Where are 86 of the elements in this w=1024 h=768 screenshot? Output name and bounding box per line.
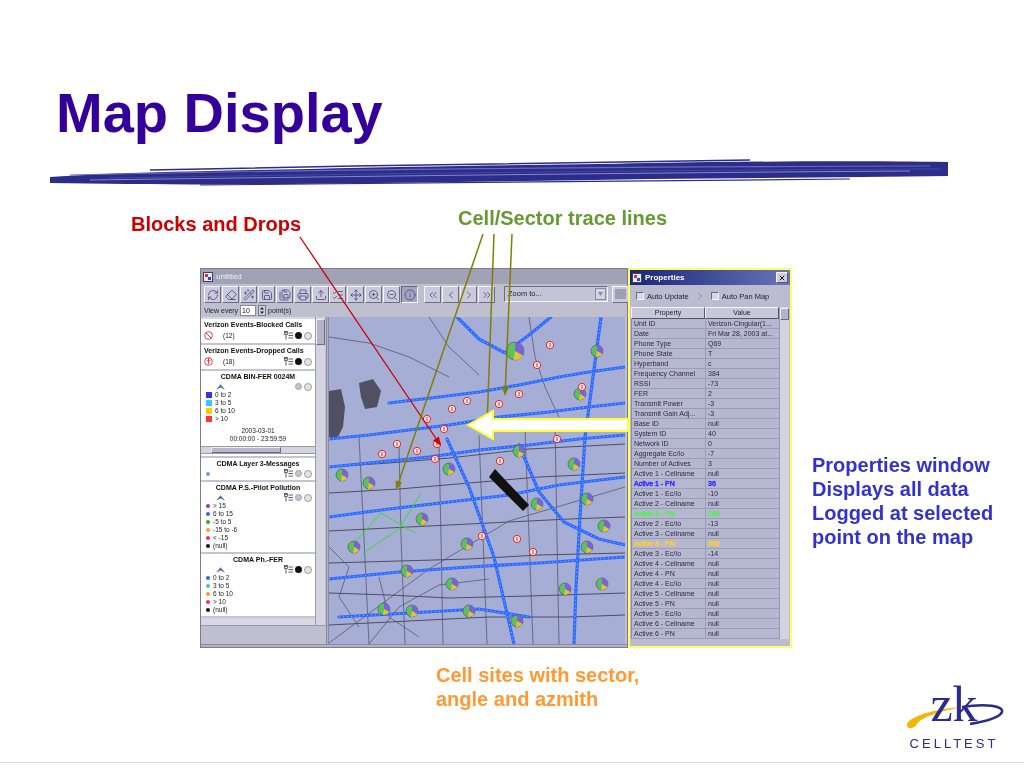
window-title: Properties: [645, 272, 685, 283]
cell-site-icon: [505, 341, 525, 361]
caret-up-icon[interactable]: [216, 566, 225, 573]
cell-site-icon: [377, 602, 391, 616]
event-marker-icon: [439, 424, 449, 434]
toolbar-button[interactable]: [401, 286, 418, 303]
event-marker-icon: [422, 414, 432, 424]
cell-site-icon: [335, 468, 349, 482]
event-marker-icon: [430, 454, 440, 464]
cell-site-icon: [580, 540, 594, 554]
cell-site-icon: [347, 540, 361, 554]
move-arrows-icon: [349, 288, 362, 301]
cell-site-icon: [415, 512, 429, 526]
callout-text: Cell sites with sector, angle and azmith: [436, 663, 640, 711]
logo-wordmark: CELLTEST: [909, 736, 999, 752]
callout-text: Cell/Sector trace lines: [458, 206, 668, 230]
event-marker-icon: [552, 434, 562, 444]
event-marker-icon: [514, 389, 524, 399]
splitter-handle[interactable]: [326, 317, 329, 644]
scrollbar[interactable]: [779, 307, 789, 639]
zoom-out-icon: [385, 288, 398, 301]
scrollbar-thumb[interactable]: [780, 308, 789, 320]
terrain-patch: [359, 379, 381, 409]
callout-text: Properties window Displays all data Logged at selected point on the map: [812, 453, 994, 549]
slide-title: Map Display: [56, 81, 383, 145]
checklist-icon: [331, 288, 344, 301]
magic-wand-icon: [242, 288, 255, 301]
window-title: untitled: [216, 271, 242, 282]
circle-bar-icon: [204, 357, 213, 366]
list-settings-icon[interactable]: [284, 357, 293, 366]
cell-site-icon: [597, 519, 611, 533]
cell-site-icon: [460, 537, 474, 551]
callout-text: Blocks and Drops: [131, 212, 302, 236]
cell-site-icon: [400, 564, 414, 578]
event-marker-icon: [477, 531, 487, 541]
event-marker-icon: [392, 439, 402, 449]
scrollbar[interactable]: [201, 446, 315, 454]
cell-site-icon: [530, 497, 544, 511]
event-marker-icon: [447, 404, 457, 414]
lines-icon: [615, 289, 626, 300]
list-settings-icon[interactable]: [284, 493, 293, 502]
sector-wedge: [489, 469, 529, 511]
event-marker-icon: [532, 360, 542, 370]
app-icon: [632, 272, 642, 283]
scrollbar[interactable]: [315, 317, 325, 625]
cell-site-icon: [567, 457, 581, 471]
cell-site-icon: [590, 344, 604, 358]
event-marker-icon: [377, 449, 387, 459]
upload-icon: [314, 288, 327, 301]
terrain-patch: [329, 389, 345, 439]
list-settings-icon[interactable]: [284, 331, 293, 340]
list-settings-icon[interactable]: [284, 469, 293, 478]
scrollbar-thumb[interactable]: [211, 447, 281, 453]
spinner-arrows-icon[interactable]: [258, 305, 267, 316]
cell-site-icon: [558, 582, 572, 596]
close-icon: [778, 273, 786, 282]
event-marker-icon: [412, 446, 422, 456]
event-marker-icon: [462, 396, 472, 406]
caret-up-icon[interactable]: [216, 494, 225, 501]
eraser-icon: [224, 288, 237, 301]
event-marker-icon: [494, 399, 504, 409]
event-marker-icon: [528, 547, 538, 557]
event-marker-icon: [512, 534, 522, 544]
cell-site-icon: [405, 604, 419, 618]
prohibited-icon: [204, 331, 213, 340]
cell-site-icon: [512, 444, 526, 458]
info-icon: [403, 288, 416, 301]
refresh-icon: [206, 288, 219, 301]
event-marker-icon: [545, 340, 555, 350]
event-marker-icon: [577, 382, 587, 392]
close-button[interactable]: [776, 272, 788, 283]
cell-site-icon: [580, 492, 594, 506]
printer-icon: [296, 288, 309, 301]
scrollbar-thumb[interactable]: [316, 319, 325, 345]
cell-site-icon: [510, 614, 524, 628]
caret-up-icon[interactable]: [216, 383, 225, 390]
cell-site-icon: [362, 476, 376, 490]
zoom-in-icon: [367, 288, 380, 301]
list-settings-icon[interactable]: [284, 565, 293, 574]
event-marker-icon: [495, 456, 505, 466]
floppy-disks-icon: [278, 288, 291, 301]
cell-site-icon: [442, 462, 456, 476]
cell-site-icon: [445, 577, 459, 591]
cell-site-icon: [595, 577, 609, 591]
app-icon: [203, 271, 213, 282]
cell-site-icon: [462, 604, 476, 618]
